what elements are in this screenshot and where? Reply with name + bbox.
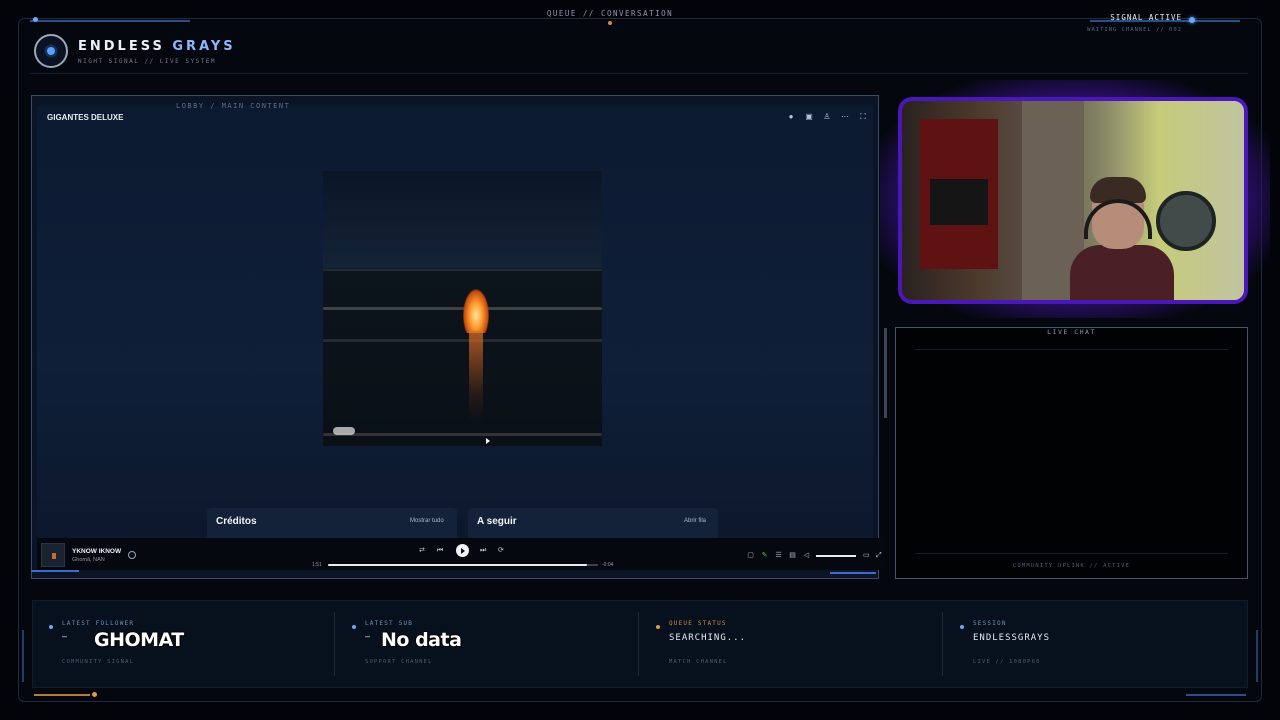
- stat-divider: [638, 612, 639, 676]
- latest-sub-label: LATEST SUB: [365, 620, 414, 627]
- cover-wave: [323, 339, 602, 342]
- queue-icon[interactable]: ☰: [774, 551, 783, 560]
- track-thumbnail[interactable]: [41, 543, 65, 567]
- stat-divider: [942, 612, 943, 676]
- brand-logo: [34, 34, 68, 68]
- follower-footer: COMMUNITY SIGNAL: [62, 659, 135, 665]
- panel-accent-line: [830, 572, 876, 574]
- follower-dash: –: [62, 631, 68, 641]
- more-icon[interactable]: ⋯: [840, 112, 850, 122]
- latest-follower-value: GHOMAT: [94, 629, 184, 651]
- overlay-header: ENDLESS GRAYS NIGHT SIGNAL // LIVE SYSTE…: [30, 30, 1248, 74]
- sub-footer: SUPPORT CHANNEL: [365, 659, 433, 665]
- cover-wave: [323, 433, 602, 436]
- cover-fire-reflection: [469, 331, 483, 421]
- webcam-feed: [898, 97, 1248, 304]
- next-icon[interactable]: ⏭: [480, 546, 486, 556]
- cover-horizon: [323, 269, 602, 271]
- main-content-label: LOBBY / MAIN CONTENT: [176, 102, 291, 110]
- latest-follower-label: LATEST FOLLOWER: [62, 620, 135, 627]
- session-footer: LIVE // 1080P60: [973, 659, 1041, 665]
- previous-icon[interactable]: ⏮: [437, 546, 443, 556]
- header-center-label: QUEUE // CONVERSATION: [546, 9, 674, 18]
- mouse-cursor: [486, 438, 490, 444]
- add-to-library-icon[interactable]: [128, 551, 136, 559]
- chat-footer: COMMUNITY UPLINK // ACTIVE: [1012, 563, 1131, 569]
- elapsed-time: 1:51: [312, 562, 322, 568]
- credits-heading: Créditos: [216, 516, 257, 527]
- sub-dash: –: [365, 631, 371, 641]
- open-queue-link[interactable]: Abrir fila: [684, 518, 706, 524]
- queue-status-value: SEARCHING...: [669, 633, 747, 643]
- brand-subtitle: NIGHT SIGNAL // LIVE SYSTEM: [78, 58, 217, 65]
- session-label: SESSION: [973, 620, 1007, 627]
- track-artist[interactable]: Ghomã, NAN: [72, 557, 105, 563]
- add-user-icon[interactable]: ♙: [822, 112, 832, 122]
- streamer-torso: [1070, 245, 1174, 300]
- player-right-controls: ▢ ✎ ☰ ▤ ◁: [746, 551, 811, 560]
- progress-bar[interactable]: [328, 564, 598, 566]
- up-next-heading: A seguir: [477, 516, 517, 527]
- session-status-dot: [960, 625, 964, 629]
- now-playing-icon[interactable]: ▢: [746, 551, 755, 560]
- stats-bar: [32, 600, 1248, 688]
- player-top-icons: ● ▣ ♙ ⋯ ⛶: [786, 111, 868, 123]
- panel-accent-line: [31, 570, 79, 572]
- device-icon[interactable]: ▤: [788, 551, 797, 560]
- queue-status-label: QUEUE STATUS: [669, 620, 727, 627]
- follower-status-dot: [49, 625, 53, 629]
- lyrics-icon[interactable]: ✎: [760, 551, 769, 560]
- webcam-shelf: [920, 119, 998, 269]
- queue-footer: MATCH CHANNEL: [669, 659, 728, 665]
- remaining-time: -0:04: [602, 562, 614, 568]
- cover-foam: [333, 427, 355, 435]
- shuffle-icon[interactable]: ⇄: [419, 546, 425, 556]
- volume-fill: [816, 555, 856, 557]
- frame-accent-line: [1186, 694, 1246, 696]
- track-name[interactable]: YKNOW IKNOW: [72, 548, 121, 555]
- save-icon[interactable]: ▣: [804, 112, 814, 122]
- show-all-link[interactable]: Mostrar tudo: [410, 518, 444, 524]
- chat-divider: [915, 349, 1228, 350]
- play-button[interactable]: [456, 544, 469, 557]
- volume-icon[interactable]: ◁: [802, 551, 811, 560]
- signal-status-dot: [1189, 17, 1195, 23]
- repeat-icon[interactable]: ⟳: [498, 546, 504, 556]
- scrollbar[interactable]: [884, 328, 887, 418]
- webcam-streamer: [1070, 177, 1174, 300]
- frame-accent-line: [34, 694, 90, 696]
- sub-status-dot: [352, 625, 356, 629]
- frame-accent-line: [30, 20, 190, 22]
- expand-icon[interactable]: ⛶: [858, 112, 868, 122]
- live-chat-panel: [895, 327, 1248, 579]
- frame-corner-dot: [33, 17, 38, 22]
- album-title: GIGANTES DELUXE: [47, 113, 124, 122]
- miniplayer-icon[interactable]: ▭: [863, 551, 870, 561]
- latest-sub-value: No data: [381, 629, 462, 651]
- album-cover: [323, 171, 602, 446]
- header-center-dot: [608, 21, 612, 25]
- session-value: ENDLESSGRAYS: [973, 633, 1051, 643]
- signal-status: SIGNAL ACTIVE: [1110, 13, 1182, 22]
- cover-fire: [463, 289, 489, 333]
- brand-name-accent: GRAYS: [172, 39, 236, 54]
- live-chat-title: LIVE CHAT: [1047, 328, 1096, 336]
- frame-corner-dot: [92, 692, 97, 697]
- volume-slider[interactable]: [816, 555, 856, 557]
- brand-name: ENDLESS GRAYS: [78, 39, 236, 54]
- fullscreen-icon[interactable]: ⤢: [876, 551, 882, 561]
- stat-divider: [334, 612, 335, 676]
- frame-side-accent: [1256, 630, 1258, 682]
- frame-side-accent: [22, 630, 24, 682]
- progress-fill: [328, 564, 588, 566]
- pin-icon[interactable]: ●: [786, 112, 796, 122]
- brand-name-prefix: ENDLESS: [78, 39, 165, 54]
- signal-channel: WAITING CHANNEL // 002: [1087, 27, 1182, 33]
- queue-status-dot: [656, 625, 660, 629]
- chat-divider: [915, 553, 1228, 554]
